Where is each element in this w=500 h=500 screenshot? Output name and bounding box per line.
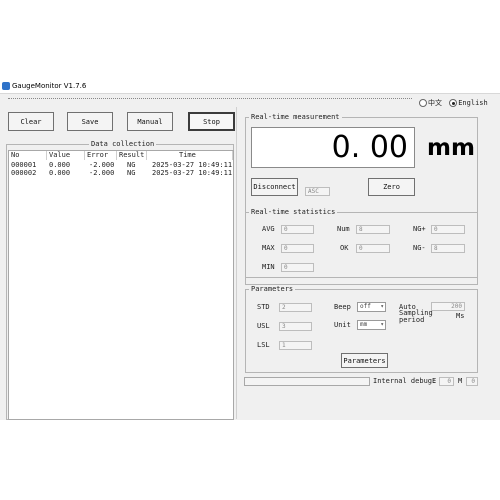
period-label: period — [399, 316, 425, 324]
beep-select-value: off — [360, 303, 371, 310]
table-row[interactable]: 000002 0.000 -2.000 NG 2025-03-27 10:49:… — [9, 169, 233, 177]
cell-error: -2.000 — [89, 161, 115, 169]
clear-button[interactable]: Clear — [8, 112, 54, 131]
cell-result: NG — [127, 169, 136, 177]
num-label: Num — [337, 225, 350, 233]
data-collection-title: Data collection — [89, 140, 157, 148]
cell-value: 0.000 — [49, 169, 71, 177]
window-title: GaugeMonitor V1.7.6 — [12, 82, 87, 90]
chevron-down-icon: ▾ — [380, 303, 384, 310]
ng-plus-label: NG+ — [413, 225, 426, 233]
data-table[interactable]: No Value Error Result Time 000001 0.000 … — [8, 150, 234, 420]
cell-no: 000001 — [11, 161, 37, 169]
ng-minus-field: 8 — [431, 244, 465, 253]
debug-e-field: 0 — [439, 377, 454, 386]
ok-label: OK — [340, 244, 349, 252]
cell-time: 2025-03-27 10:49:11 — [152, 161, 233, 169]
column-header-time[interactable]: Time — [147, 151, 233, 160]
measurement-unit: mm — [427, 135, 475, 161]
internal-debug-label: Internal debug: — [373, 377, 437, 385]
radio-chinese[interactable] — [419, 99, 427, 107]
num-field: 8 — [356, 225, 390, 234]
avg-label: AVG — [262, 225, 275, 233]
beep-select[interactable]: off ▾ — [357, 302, 386, 312]
ms-label: Ms — [456, 312, 465, 320]
max-field: 0 — [281, 244, 314, 253]
app-window: GaugeMonitor V1.7.6 中文 English Clear Sav… — [0, 80, 500, 420]
ok-field: 0 — [356, 244, 390, 253]
column-header-no[interactable]: No — [9, 151, 47, 160]
column-header-error[interactable]: Error — [85, 151, 117, 160]
table-row[interactable]: 000001 0.000 -2.000 NG 2025-03-27 10:49:… — [9, 161, 233, 169]
debug-m-label: M — [458, 377, 463, 385]
usl-label: USL — [257, 322, 270, 330]
language-selector: 中文 English — [419, 99, 488, 108]
std-field[interactable]: 2 — [279, 303, 312, 312]
auto-period-field[interactable]: 200 — [431, 302, 465, 311]
max-label: MAX — [262, 244, 275, 252]
debug-m-field: 0 — [466, 377, 478, 386]
beep-label: Beep — [334, 303, 351, 311]
dotted-separator — [8, 98, 412, 99]
min-label: MIN — [262, 263, 275, 271]
parameters-button[interactable]: Parameters — [341, 353, 388, 368]
parameters-title: Parameters — [249, 285, 296, 293]
disconnect-button[interactable]: Disconnect — [251, 178, 298, 196]
zero-button[interactable]: Zero — [368, 178, 415, 196]
unit-select[interactable]: mm ▾ — [357, 320, 386, 330]
save-button[interactable]: Save — [67, 112, 113, 131]
cell-error: -2.000 — [89, 169, 115, 177]
language-chinese-label: 中文 — [428, 99, 442, 107]
realtime-statistics-title: Real-time statistics — [249, 208, 338, 216]
title-bar: GaugeMonitor V1.7.6 — [0, 80, 500, 94]
cell-value: 0.000 — [49, 161, 71, 169]
manual-button[interactable]: Manual — [127, 112, 173, 131]
ng-plus-field: 0 — [431, 225, 465, 234]
avg-field: 0 — [281, 225, 314, 234]
lsl-field[interactable]: 1 — [279, 341, 312, 350]
panel-divider — [236, 107, 237, 419]
min-field: 0 — [281, 263, 314, 272]
chevron-down-icon: ▾ — [380, 321, 384, 328]
radio-english[interactable] — [449, 99, 458, 107]
cell-result: NG — [127, 161, 136, 169]
cell-time: 2025-03-27 10:49:11 — [152, 169, 233, 177]
measurement-value: 0. 00 — [331, 130, 408, 165]
usl-field[interactable]: 3 — [279, 322, 312, 331]
column-header-result[interactable]: Result — [117, 151, 147, 160]
ng-minus-label: NG- — [413, 244, 426, 252]
language-english-label: English — [458, 99, 488, 107]
status-bar — [244, 377, 370, 386]
std-label: STD — [257, 303, 270, 311]
column-header-value[interactable]: Value — [47, 151, 85, 160]
stop-button[interactable]: Stop — [188, 112, 235, 131]
mode-field: ASC — [305, 187, 330, 196]
lsl-label: LSL — [257, 341, 270, 349]
realtime-measurement-title: Real-time measurement — [249, 113, 342, 121]
unit-select-value: mm — [360, 321, 368, 328]
debug-e-label: E — [432, 377, 437, 385]
unit-label: Unit — [334, 321, 351, 329]
app-icon — [2, 82, 10, 90]
cell-no: 000002 — [11, 169, 37, 177]
measurement-display: 0. 00 — [251, 127, 415, 168]
